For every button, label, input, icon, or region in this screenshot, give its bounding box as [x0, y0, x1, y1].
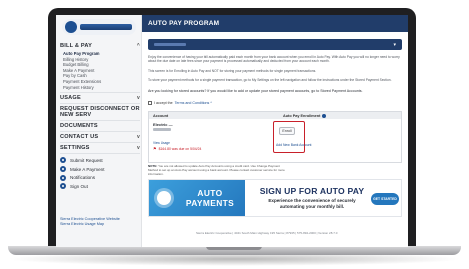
- intro-text: Enjoy the convenience of having your bil…: [148, 55, 400, 64]
- nav-section-label: SETTINGS: [60, 145, 90, 152]
- action-submit-request[interactable]: Submit Request: [60, 156, 140, 165]
- get-started-button[interactable]: GET STARTED: [371, 193, 399, 205]
- chevron-down-icon: v: [137, 145, 140, 152]
- divider: [60, 120, 140, 122]
- chevron-down-icon: v: [137, 95, 140, 102]
- col-enrollment: Auto Pay Enrollment: [283, 113, 327, 118]
- add-bank-account-link[interactable]: Add New Bank Account: [276, 143, 311, 147]
- due-alert: ⚑ $164.80 was due on 5/04/24: [153, 146, 201, 151]
- nav-section-contact-us[interactable]: CONTACT US v: [60, 134, 140, 140]
- nav-section-label: CONTACT US: [60, 134, 99, 141]
- sidebar-footer-links: Sierra Electric Cooperative Website Sier…: [60, 217, 120, 227]
- nav-section-label: USAGE: [60, 95, 81, 102]
- store-line: To store your payment methods for a sing…: [148, 78, 392, 82]
- nav-section-usage[interactable]: USAGE v: [60, 95, 140, 101]
- logo-mark-icon: [65, 21, 77, 33]
- credit-card-note: NOTE: You are not allowed to update Auto…: [148, 164, 288, 176]
- page-footer: Sierra Electric Cooperative | 4041 South…: [196, 231, 338, 235]
- action-notifications[interactable]: Notifications: [60, 173, 140, 182]
- nav-section-label: BILL & PAY: [60, 43, 93, 49]
- divider: [60, 103, 140, 105]
- account-label: Electric —: [153, 122, 173, 127]
- stored-accounts-question: Are you looking for stored accounts? If …: [148, 89, 363, 93]
- link-usage-map[interactable]: Sierra Electric Usage Map: [60, 222, 120, 227]
- account-number-redacted: [153, 128, 171, 131]
- terms-prefix: I accept the: [154, 101, 173, 105]
- account-select-value: [154, 43, 186, 46]
- divider: [60, 142, 140, 144]
- col-account: Account: [153, 113, 169, 118]
- note-text: You are not allowed to update Auto Pay A…: [148, 164, 285, 176]
- chevron-down-icon: ▾: [393, 41, 396, 48]
- chevron-down-icon: v: [137, 134, 140, 141]
- view-usage-link[interactable]: View Usage: [153, 141, 170, 145]
- banner-headline: SIGN UP FOR AUTO PAY: [259, 186, 365, 196]
- laptop-screen: BILL & PAY ^ Auto Pay Program Billing Hi…: [56, 15, 408, 247]
- nav-section-label: DOCUMENTS: [60, 123, 98, 130]
- sidebar-nav: BILL & PAY ^ Auto Pay Program Billing Hi…: [60, 43, 140, 191]
- col-enrollment-label: Auto Pay Enrollment: [283, 113, 321, 118]
- table-header: Account Auto Pay Enrollment: [149, 112, 401, 119]
- action-sign-out[interactable]: Sign Out: [60, 182, 140, 191]
- banner-title-line2: PAYMENTS: [185, 198, 235, 208]
- nav-section-label: REQUEST DISCONNECT OR NEW SERV: [60, 106, 140, 119]
- divider: [60, 153, 140, 155]
- banner-sub-line2: automating your monthly bill.: [279, 203, 345, 209]
- action-make-payment[interactable]: Make A Payment: [60, 165, 140, 174]
- nav-section-documents[interactable]: DOCUMENTS: [60, 123, 140, 129]
- auto-pay-banner[interactable]: AUTO PAYMENTS SIGN UP FOR AUTO PAY Exper…: [148, 179, 402, 217]
- terms-checkbox[interactable]: [148, 101, 152, 105]
- info-icon[interactable]: [322, 113, 327, 118]
- enrollment-highlight: Enroll Add New Bank Account: [273, 121, 311, 153]
- banner-subtext: Experience the convenience of securely a…: [257, 198, 367, 210]
- bell-icon: [60, 174, 66, 181]
- action-label: Sign Out: [70, 183, 88, 189]
- banner-sub-line1: Experience the convenience of securely: [268, 198, 356, 203]
- banner-title: AUTO PAYMENTS: [179, 188, 241, 208]
- divider: [60, 131, 140, 133]
- account-select[interactable]: ▾: [148, 39, 402, 50]
- action-label: Submit Request: [70, 157, 103, 163]
- sidebar-item-payment-history[interactable]: Payment History: [60, 85, 140, 91]
- enrollment-table: Account Auto Pay Enrollment Electric — V…: [148, 111, 402, 163]
- sign-out-icon: [60, 183, 66, 190]
- nav-section-request-disconnect[interactable]: REQUEST DISCONNECT OR NEW SERV: [60, 106, 140, 118]
- terms-row: I accept the Terms and Conditions *: [148, 101, 212, 105]
- request-icon: [60, 157, 66, 164]
- nav-section-settings[interactable]: SETTINGS v: [60, 145, 140, 151]
- enroll-button[interactable]: Enroll: [279, 127, 295, 135]
- action-label: Make A Payment: [70, 166, 105, 172]
- terms-link[interactable]: Terms and Conditions *: [175, 101, 212, 105]
- sidebar: BILL & PAY ^ Auto Pay Program Billing Hi…: [56, 15, 142, 247]
- flag-icon: ⚑: [153, 146, 157, 151]
- note-line: This screen is for Enrolling in Auto Pay…: [148, 69, 317, 73]
- payment-icon: [60, 166, 66, 173]
- page-title: AUTO PAY PROGRAM: [142, 15, 408, 32]
- banner-graphic: AUTO PAYMENTS: [149, 180, 245, 216]
- divider: [60, 92, 140, 94]
- action-label: Notifications: [70, 175, 96, 181]
- banner-title-line1: AUTO: [197, 188, 223, 198]
- sun-icon: [157, 191, 171, 205]
- logo-wordmark: [80, 24, 132, 30]
- due-text: $164.80 was due on 5/04/24: [158, 146, 202, 151]
- chevron-up-icon: ^: [136, 43, 140, 49]
- cooperative-logo[interactable]: [62, 19, 136, 35]
